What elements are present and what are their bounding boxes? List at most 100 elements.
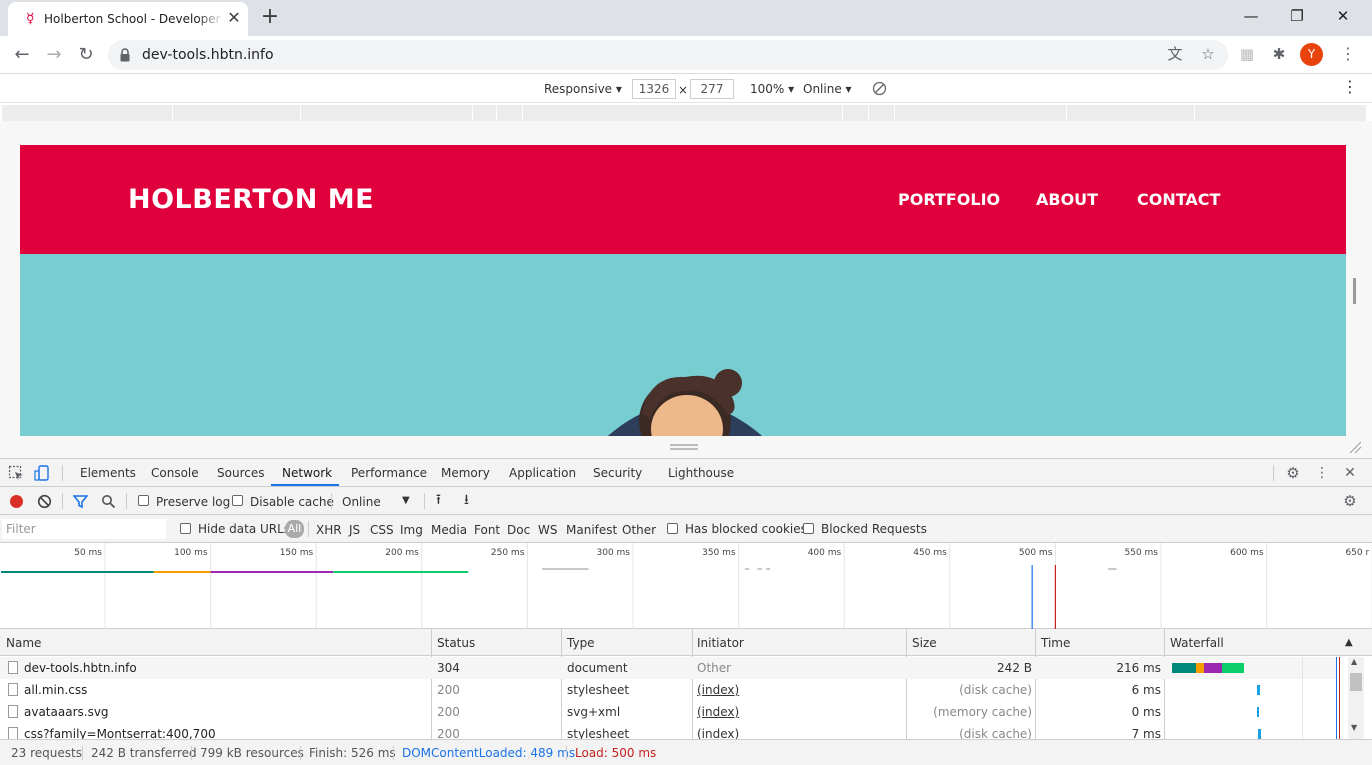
sort-ascending-icon[interactable]: ▲	[1345, 636, 1353, 650]
viewport-height-input[interactable]: 277	[690, 79, 734, 99]
close-tab-icon[interactable]: ✕	[226, 10, 242, 26]
column-size[interactable]: Size	[912, 636, 937, 650]
tab-sources[interactable]: Sources	[217, 466, 264, 480]
table-row[interactable]: avataaars.svg 200 svg+xml (index) (memory ca…	[0, 701, 1336, 723]
overview-tick-label: 650 r	[1345, 548, 1369, 558]
media-query-bar[interactable]	[2, 105, 1366, 121]
settings-gear-icon[interactable]: ⚙	[1285, 465, 1301, 481]
tab-elements[interactable]: Elements	[80, 466, 136, 480]
filter-css[interactable]: CSS	[370, 523, 394, 537]
table-row[interactable]: css?family=Montserrat:400,700 200 styleshe…	[0, 723, 1336, 739]
close-devtools-icon[interactable]: ✕	[1342, 465, 1358, 481]
table-row[interactable]: dev-tools.hbtn.info 304 document Other 242 B…	[0, 657, 1336, 679]
extension-icon[interactable]: ▦	[1236, 43, 1258, 65]
back-button[interactable]: ←	[10, 43, 34, 67]
search-icon[interactable]	[101, 494, 116, 509]
hide-data-urls-checkbox[interactable]	[180, 523, 191, 534]
column-waterfall[interactable]: Waterfall	[1170, 636, 1224, 650]
cell-time: 6 ms	[1131, 683, 1161, 697]
clear-icon[interactable]	[37, 494, 52, 509]
cell-type: document	[567, 661, 628, 675]
filter-manifest[interactable]: Manifest	[566, 523, 617, 537]
tab-network[interactable]: Network	[282, 466, 332, 480]
reload-button[interactable]: ↻	[74, 43, 98, 67]
address-bar[interactable]: dev-tools.hbtn.info	[108, 40, 1228, 70]
column-type[interactable]: Type	[567, 636, 595, 650]
column-initiator[interactable]: Initiator	[697, 636, 744, 650]
device-toolbar-more-icon[interactable]: ⋮	[1342, 79, 1358, 95]
filter-input[interactable]: Filter	[2, 519, 166, 539]
filter-other[interactable]: Other	[622, 523, 656, 537]
cell-size: (disk cache)	[959, 683, 1032, 697]
browser-tab[interactable]: ☿ Holberton School - Developer to ✕	[8, 2, 248, 36]
restore-button[interactable]: ❐	[1282, 4, 1312, 28]
scrollbar-thumb[interactable]	[1350, 673, 1362, 691]
rotate-icon[interactable]	[872, 81, 887, 96]
import-har-icon[interactable]: ⭱	[436, 493, 441, 507]
translate-icon[interactable]: 文	[1164, 43, 1186, 65]
nav-about[interactable]: ABOUT	[1036, 191, 1098, 209]
blocked-requests-checkbox[interactable]	[803, 523, 814, 534]
nav-portfolio[interactable]: PORTFOLIO	[898, 191, 1000, 209]
extensions-puzzle-icon[interactable]: ✱	[1268, 43, 1290, 65]
filter-bar: Filter Hide data URLs All XHR JS CSS Img…	[0, 515, 1372, 543]
overview-tick-label: 500 ms	[1019, 548, 1053, 558]
minimize-button[interactable]: —	[1236, 4, 1266, 28]
cell-initiator[interactable]: (index)	[697, 705, 897, 719]
preserve-log-checkbox[interactable]	[138, 495, 149, 506]
record-button[interactable]	[10, 495, 23, 508]
profile-avatar[interactable]: Y	[1300, 43, 1323, 66]
filter-xhr[interactable]: XHR	[316, 523, 342, 537]
tab-security[interactable]: Security	[593, 466, 642, 480]
device-toggle-icon[interactable]	[34, 465, 50, 481]
nav-contact[interactable]: CONTACT	[1137, 191, 1220, 209]
filter-all-button[interactable]: All	[285, 520, 304, 538]
filter-font[interactable]: Font	[474, 523, 500, 537]
tab-console[interactable]: Console	[151, 466, 199, 480]
holberton-favicon-icon: ☿	[26, 11, 35, 27]
export-har-icon[interactable]: ⭳	[464, 493, 469, 507]
tab-lighthouse[interactable]: Lighthouse	[668, 466, 734, 480]
site-title[interactable]: HOLBERTON ME	[128, 185, 374, 215]
chevron-down-icon[interactable]: ▼	[402, 494, 410, 508]
table-row[interactable]: all.min.css 200 stylesheet (index) (disk cac…	[0, 679, 1336, 701]
filter-doc[interactable]: Doc	[507, 523, 530, 537]
tab-application[interactable]: Application	[509, 466, 576, 480]
inspect-element-icon[interactable]	[8, 465, 24, 481]
close-window-button[interactable]: ✕	[1328, 4, 1358, 28]
cell-size: (disk cache)	[959, 727, 1032, 739]
bookmark-star-icon[interactable]: ☆	[1197, 43, 1219, 65]
filter-icon[interactable]	[73, 494, 88, 509]
svg-file-icon	[8, 705, 18, 718]
viewport-resize-handle[interactable]	[670, 443, 698, 451]
filter-img[interactable]: Img	[400, 523, 423, 537]
filter-media[interactable]: Media	[431, 523, 467, 537]
devtools-more-icon[interactable]: ⋮	[1314, 465, 1330, 481]
network-overview[interactable]: 50 ms 100 ms 150 ms 200 ms 250 ms 300 ms 350 m…	[0, 543, 1372, 629]
table-scrollbar[interactable]: ▲ ▼	[1348, 657, 1364, 739]
corner-resize-grip[interactable]	[1348, 440, 1362, 454]
column-status[interactable]: Status	[437, 636, 475, 650]
forward-button[interactable]: →	[42, 43, 66, 67]
filter-ws[interactable]: WS	[538, 523, 557, 537]
new-tab-button[interactable]: +	[258, 6, 282, 30]
viewport-width-input[interactable]: 1326	[632, 79, 676, 99]
column-name[interactable]: Name	[6, 636, 41, 650]
has-blocked-cookies-checkbox[interactable]	[667, 523, 678, 534]
zoom-select[interactable]: 100% ▾	[750, 82, 794, 96]
device-mode-select[interactable]: Responsive ▾	[544, 82, 622, 96]
tab-memory[interactable]: Memory	[441, 466, 490, 480]
column-time[interactable]: Time	[1041, 636, 1070, 650]
tab-performance[interactable]: Performance	[351, 466, 427, 480]
chrome-menu-icon[interactable]: ⋮	[1338, 43, 1358, 65]
cell-initiator[interactable]: (index)	[697, 683, 897, 697]
throttle-select[interactable]: Online ▾	[803, 82, 852, 96]
network-settings-gear-icon[interactable]: ⚙	[1342, 493, 1358, 509]
network-throttle-select[interactable]: Online	[342, 495, 381, 509]
scroll-down-icon[interactable]: ▼	[1351, 723, 1357, 732]
viewport-side-resize-handle[interactable]	[1353, 278, 1356, 304]
scroll-up-icon[interactable]: ▲	[1351, 657, 1357, 666]
filter-js[interactable]: JS	[349, 523, 360, 537]
disable-cache-checkbox[interactable]	[232, 495, 243, 506]
cell-initiator[interactable]: (index)	[697, 727, 897, 739]
